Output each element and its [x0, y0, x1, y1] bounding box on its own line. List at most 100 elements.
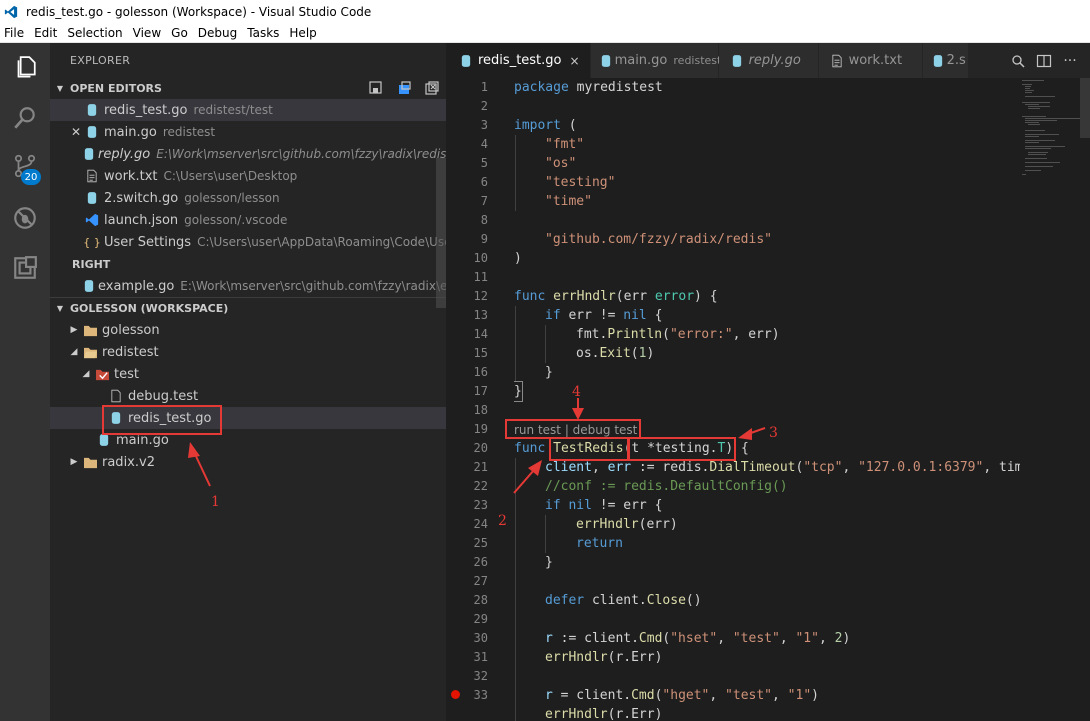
line-number: 22 — [473, 479, 488, 493]
annotation-number-4: 4 — [572, 384, 581, 400]
split-editor-icon[interactable] — [1036, 53, 1052, 69]
open-editor-work[interactable]: work.txt C:\Users\user\Desktop — [50, 165, 446, 187]
tab-reply[interactable]: reply.go — [718, 43, 819, 78]
workspace-header[interactable]: ▼ GOLESSON (WORKSPACE) — [50, 297, 446, 319]
tree-item-label: debug.test — [128, 388, 199, 404]
open-editor-main[interactable]: ✕ main.go redistest — [50, 121, 446, 143]
close-icon[interactable]: ✕ — [68, 125, 84, 139]
open-editor-path: golesson/lesson — [184, 191, 280, 205]
go-file-icon — [84, 278, 94, 294]
menu-file[interactable]: File — [0, 26, 29, 40]
save-all-icon[interactable] — [368, 80, 384, 96]
menu-go[interactable]: Go — [166, 26, 193, 40]
tab-label: work.txt — [848, 53, 903, 68]
line-number: 31 — [473, 650, 488, 664]
search-icon — [14, 107, 35, 129]
vscode-logo-icon — [4, 5, 18, 19]
code-line: r = client.Cmd("hget", "test", "1") — [545, 688, 819, 703]
folder-icon — [82, 454, 98, 470]
json-braces-icon: { } — [83, 235, 101, 249]
minimap[interactable] — [1020, 78, 1080, 721]
scrollbar-thumb[interactable] — [1080, 78, 1090, 138]
go-file-icon — [933, 53, 943, 69]
tree-folder-radix[interactable]: ▶ radix.v2 — [50, 451, 446, 473]
open-editor-reply[interactable]: reply.go E:\Work\mserver\src\github.com\… — [50, 143, 446, 165]
go-file-icon — [601, 53, 611, 69]
open-editor-settings[interactable]: { } User Settings C:\Users\user\AppData\… — [50, 231, 446, 253]
annotation-box-param — [628, 437, 736, 461]
tab-label: 2.s — [946, 53, 966, 68]
sidebar-scrollbar[interactable] — [436, 158, 446, 308]
annotation-number-2: 2 — [498, 513, 507, 529]
open-editor-redis-test[interactable]: redis_test.go redistest/test — [50, 99, 446, 121]
title-bar: redis_test.go - golesson (Workspace) - V… — [0, 0, 1090, 24]
code-line: errHndlr(err) — [576, 517, 678, 532]
code-line: "github.com/fzzy/radix/redis" — [545, 232, 772, 247]
open-editor-name: User Settings — [104, 234, 192, 250]
line-number: 5 — [480, 156, 488, 170]
line-number: 30 — [473, 631, 488, 645]
code-line: fmt.Println("error:", err) — [576, 327, 780, 342]
open-editor-name: reply.go — [98, 146, 151, 162]
line-number-gutter: 1 2 3 4 5 6 7 8 9 10 11 12 13 14 15 16 17 18 19 20 21 22 23 24 2… — [446, 78, 496, 721]
open-editor-path: redistest/test — [193, 103, 273, 117]
more-actions-icon[interactable]: ··· — [1062, 53, 1078, 69]
open-editor-name: example.go — [98, 278, 175, 294]
code-line: if nil != err { — [545, 498, 663, 513]
breakpoint-icon[interactable] — [451, 690, 460, 699]
line-number: 28 — [473, 593, 488, 607]
tree-folder-test[interactable]: ◢ test — [50, 363, 446, 385]
open-editors-title: OPEN EDITORS — [70, 81, 162, 95]
tab-redis-test[interactable]: redis_test.go × — [446, 43, 591, 78]
tree-file-debug-test[interactable]: debug.test — [50, 385, 446, 407]
open-changes-icon[interactable] — [1010, 53, 1026, 69]
explorer-sidebar: EXPLORER ▼ OPEN EDITORS redis_test.go re… — [50, 43, 446, 721]
editor-scrollbar[interactable] — [1080, 78, 1090, 721]
open-editor-launch[interactable]: launch.json golesson/.vscode — [50, 209, 446, 231]
line-number: 8 — [480, 213, 488, 227]
explorer-activity[interactable] — [0, 45, 50, 91]
line-number: 25 — [473, 536, 488, 550]
line-number: 20 — [473, 441, 488, 455]
code-line: } — [514, 381, 523, 402]
save-icon[interactable] — [396, 80, 412, 96]
search-activity[interactable] — [0, 95, 50, 141]
code-line: func errHndlr(err error) { — [514, 289, 718, 304]
text-file-icon — [84, 168, 100, 184]
menu-tasks[interactable]: Tasks — [242, 26, 284, 40]
code-line: } — [545, 555, 553, 570]
open-editors-header[interactable]: ▼ OPEN EDITORS — [50, 77, 446, 99]
menu-selection[interactable]: Selection — [62, 26, 127, 40]
tree-folder-redistest[interactable]: ◢ redistest — [50, 341, 446, 363]
line-number: 21 — [473, 460, 488, 474]
tab-switch[interactable]: 2.s — [922, 43, 969, 78]
debug-activity[interactable] — [0, 195, 50, 241]
close-icon[interactable]: × — [570, 54, 580, 68]
line-number: 7 — [480, 194, 488, 208]
tab-work[interactable]: work.txt — [818, 43, 923, 78]
open-editor-name: 2.switch.go — [104, 190, 179, 206]
open-editor-name: launch.json — [104, 212, 179, 228]
line-number: 18 — [473, 403, 488, 417]
file-icon — [108, 388, 124, 404]
menu-help[interactable]: Help — [284, 26, 321, 40]
code-line: import ( — [514, 118, 577, 133]
line-number: 26 — [473, 555, 488, 569]
code-line: return — [576, 536, 623, 551]
tab-main[interactable]: main.go redistest — [590, 43, 722, 78]
text-file-icon — [829, 53, 845, 69]
tree-folder-golesson[interactable]: ▶ golesson — [50, 319, 446, 341]
open-editor-example[interactable]: example.go E:\Work\mserver\src\github.co… — [50, 275, 446, 297]
code-editor[interactable]: 1 2 3 4 5 6 7 8 9 10 11 12 13 14 15 16 17 18 19 20 21 22 23 24 2… — [446, 78, 1090, 721]
line-number: 3 — [480, 118, 488, 132]
open-editor-switch[interactable]: 2.switch.go golesson/lesson — [50, 187, 446, 209]
close-all-icon[interactable] — [424, 80, 440, 96]
code-line: "testing" — [545, 175, 616, 190]
menu-edit[interactable]: Edit — [29, 26, 62, 40]
menu-view[interactable]: View — [128, 26, 166, 40]
code-area[interactable]: package myredistest import ( "fmt" "os" … — [514, 78, 1020, 721]
extensions-activity[interactable] — [0, 245, 50, 291]
editor-actions: ··· — [1004, 43, 1090, 78]
menu-debug[interactable]: Debug — [193, 26, 242, 40]
tab-desc: redistest — [673, 54, 722, 67]
